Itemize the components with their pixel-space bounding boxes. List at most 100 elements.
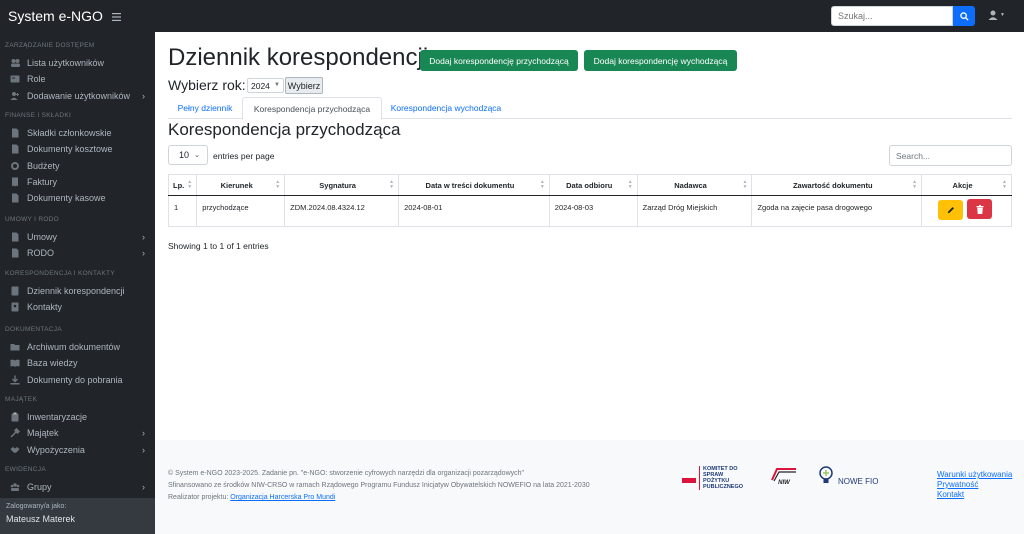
cell-actions [921,195,1012,227]
sidebar-item[interactable]: RODO › [0,245,155,261]
sidebar-item[interactable]: Lista użytkowników [0,55,155,71]
handshake-icon [10,445,20,455]
column-header-lp[interactable]: Lp. ▲ ▼ [167,174,197,196]
sidebar-item[interactable]: Dodawanie użytkowników › [0,88,155,104]
entries-per-page-label: entries per page [213,151,275,161]
sidebar-item-label: Archiwum dokumentów [27,342,121,352]
cell-content: Zgoda na zajęcie pasa drogowego [751,195,922,227]
sidebar-toggle-icon[interactable] [112,8,121,24]
clipboard-icon [10,412,20,422]
table-row: 1 przychodzące ZDM.2024.08.4324.12 2024-… [167,195,1012,227]
column-header-direction[interactable]: Kierunek ▲ ▼ [196,174,285,196]
chevron-down-icon: ⌄ [194,152,200,159]
sidebar-item[interactable]: Dokumenty kasowe [0,190,155,206]
niw-logo: NIW [769,466,799,490]
brand-name[interactable]: System e-NGO [0,8,112,24]
sidebar-item[interactable]: Dokumenty kosztowe [0,141,155,157]
sidebar-item[interactable]: Majątek › [0,425,155,441]
book-icon [10,286,20,296]
sidebar-item-label: Dokumenty do pobrania [27,374,123,385]
sidebar-item[interactable]: Archiwum dokumentów [0,339,155,355]
sidebar-item[interactable]: Inwentaryzacje [0,409,155,425]
sidebar-item-label: Wypożyczenia [27,444,85,455]
add-outgoing-button[interactable]: Dodaj korespondencję wychodzącą [584,50,737,71]
column-header-receipt-date[interactable]: Data odbioru ▲ ▼ [548,174,638,196]
sidebar-section-heading: FINANSE I SKŁADKI [5,112,72,119]
sidebar-item[interactable]: Budżety [0,158,155,174]
kdspp-logo: KOMITET DO SPRAW POŻYTKU PUBLICZNEGO [682,466,749,490]
top-navbar: System e-NGO ▼ [0,0,1024,32]
sidebar-item[interactable]: Wypożyczenia › [0,442,155,458]
sidebar-item-label: Dodawanie użytkowników [27,90,131,101]
column-header-signature[interactable]: Sygnatura ▲ ▼ [284,174,399,196]
column-header-actions[interactable]: Akcje ▲ ▼ [921,174,1012,196]
table-header-row: Lp. ▲ ▼ Kierunek ▲ ▼ Sygnatura ▲ ▼ Data w treś… [167,174,1012,196]
terms-link[interactable]: Warunki użytkowania [937,470,1012,479]
chevron-right-icon: › [142,232,145,242]
logged-user-panel: Zalogowany/a jako: Mateusz Materek [0,498,155,534]
footer-copyright: © System e-NGO 2023-2025. Zadanie pn. "e… [168,470,525,477]
sidebar-item[interactable]: Kontakty [0,299,155,315]
sidebar-item[interactable]: Baza wiedzy [0,355,155,371]
table-info: Showing 1 to 1 of 1 entries [168,241,269,251]
global-search [831,6,975,26]
column-header-content[interactable]: Zawartość dokumentu ▲ ▼ [751,174,922,196]
footer-links: Warunki użytkowania Prywatność Kontakt [937,470,1012,500]
sidebar-item[interactable]: Dziennik korespondencji [0,283,155,299]
correspondence-table: Lp. ▲ ▼ Kierunek ▲ ▼ Sygnatura ▲ ▼ Data w treś… [167,174,1012,227]
sidebar-item-label: Majątek [27,428,59,439]
table-search-input[interactable]: Search... [889,145,1012,166]
document-icon [10,232,20,242]
search-icon [959,11,969,21]
sidebar-section-heading: KORESPONDENCJA I KONTAKTY [5,270,115,277]
sidebar-section-heading: DOKUMENTACJA [5,326,62,333]
realizer-link[interactable]: Organizacja Harcerska Pro Mundi [230,494,335,501]
choose-year-button[interactable]: Wybierz [285,77,323,94]
sidebar-item[interactable]: Role [0,71,155,87]
privacy-link[interactable]: Prywatność [937,480,1012,489]
tab-outgoing[interactable]: Korespondencja wychodząca [382,97,510,119]
sidebar-item[interactable]: Dokumenty do pobrania [0,372,155,388]
sidebar-item[interactable]: Faktury [0,174,155,190]
column-header-document-date[interactable]: Data w treści dokumentu ▲ ▼ [398,174,550,196]
user-menu-button[interactable]: ▼ [988,10,1005,20]
search-button[interactable] [953,6,975,26]
sidebar-item-label: Składki członkowskie [27,128,112,138]
sidebar-item[interactable]: Składki członkowskie [0,125,155,141]
sidebar-item-label: Dokumenty kasowe [27,193,106,204]
sidebar-item-label: Dziennik korespondencji [27,286,125,296]
sort-icon: ▲ ▼ [389,179,395,190]
page-size-value: 10 [179,150,190,160]
sidebar-item[interactable]: Umowy › [0,229,155,245]
entries-per-page-select[interactable]: 10 ⌄ [168,145,208,165]
contact-link[interactable]: Kontakt [937,490,1012,499]
sidebar-item[interactable]: Grupy › [0,479,155,495]
logged-user-name: Mateusz Materek [6,514,76,524]
edit-button[interactable] [938,199,964,220]
cell-receipt-date: 2024-08-03 [548,195,638,227]
sidebar-item-label: Inwentaryzacje [27,412,88,422]
global-search-input[interactable] [831,6,953,26]
address-book-icon [10,302,20,312]
add-incoming-button[interactable]: Dodaj korespondencję przychodzącą [420,50,578,71]
column-header-sender[interactable]: Nadawca ▲ ▼ [636,174,752,196]
chevron-right-icon: › [142,90,145,101]
sidebar-item-label: Role [27,74,46,85]
sidebar-section-heading: MAJĄTEK [5,396,38,403]
sidebar-section-heading: ZARZĄDZANIE DOSTĘPEM [5,42,95,49]
tab-incoming[interactable]: Korespondencja przychodząca [242,97,382,120]
year-value: 2024 [251,80,270,91]
sort-icon: ▲ ▼ [187,179,193,190]
delete-button[interactable] [967,199,993,219]
sort-icon: ▲ ▼ [1002,179,1007,190]
sidebar-item-label: Lista użytkowników [27,58,105,68]
chevron-right-icon: › [142,428,145,439]
year-select[interactable]: 2024 ▼ [247,78,284,93]
main-content: Dziennik korespondencji Dodaj koresponde… [155,32,1024,440]
users-icon [10,58,20,68]
group-icon [10,482,20,492]
tab-full-journal[interactable]: Pełny dziennik [168,97,242,119]
coins-icon [10,161,20,171]
logged-as-label: Zalogowany/a jako: [6,503,67,510]
sidebar-item-label: Dokumenty kosztowe [27,144,113,155]
